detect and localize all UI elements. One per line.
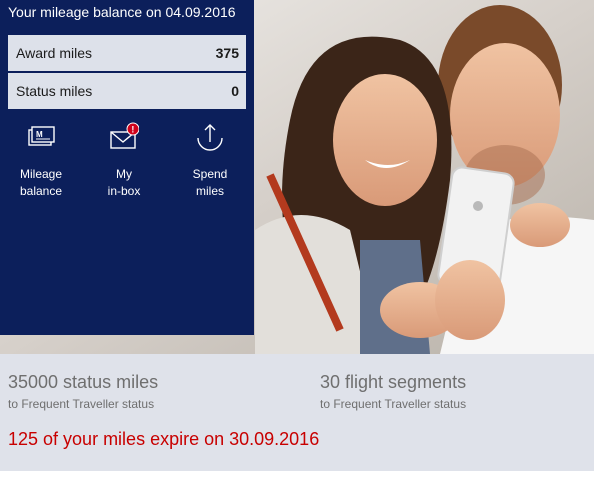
- my-inbox-button[interactable]: ! My in-box: [84, 122, 164, 200]
- mileage-balance-title: Your mileage balance on 04.09.2016: [8, 4, 236, 20]
- award-miles-row: Award miles 375: [8, 35, 246, 71]
- spend-miles-label-1: Spend: [192, 167, 228, 181]
- envelope-icon: !: [110, 122, 139, 149]
- spend-miles-label-2: miles: [195, 184, 224, 198]
- mileage-balance-label-2: balance: [19, 184, 63, 198]
- my-inbox-label-2: in-box: [107, 184, 141, 198]
- status-info-section: 35000 status miles to Frequent Traveller…: [0, 354, 594, 471]
- status-miles-value: 0: [231, 83, 239, 99]
- flight-segments-stat: 30 flight segments to Frequent Traveller…: [320, 371, 466, 411]
- my-inbox-label-1: My: [116, 167, 132, 181]
- spend-miles-button[interactable]: Spend miles: [170, 122, 250, 200]
- status-miles-stat: 35000 status miles to Frequent Traveller…: [8, 371, 158, 411]
- panel-actions: M Mileage balance ! My in-box Spend mile…: [0, 122, 254, 212]
- mileage-balance-label-1: Mileage: [19, 167, 63, 181]
- flight-segments-needed: 30 flight segments: [320, 372, 467, 392]
- svg-text:!: !: [131, 125, 134, 135]
- svg-text:M: M: [36, 130, 43, 139]
- status-miles-target: to Frequent Traveller status: [8, 397, 155, 411]
- miles-expiry-warning: 125 of your miles expire on 30.09.2016: [8, 429, 320, 449]
- award-miles-label: Award miles: [16, 45, 92, 61]
- award-miles-value: 375: [215, 45, 239, 61]
- status-miles-row: Status miles 0: [8, 73, 246, 109]
- mileage-card-icon: M: [28, 126, 55, 146]
- spend-arrow-icon: [197, 124, 223, 151]
- status-miles-needed: 35000 status miles: [8, 372, 159, 392]
- status-miles-label: Status miles: [16, 83, 93, 99]
- mileage-balance-button[interactable]: M Mileage balance: [1, 122, 81, 200]
- flight-segments-target: to Frequent Traveller status: [320, 397, 467, 411]
- mileage-panel: Your mileage balance on 04.09.2016 Award…: [0, 0, 254, 335]
